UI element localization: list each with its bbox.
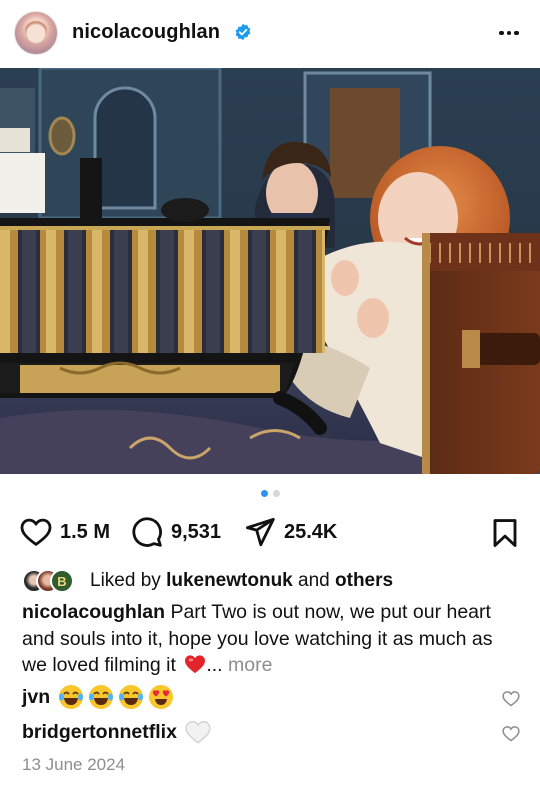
caption-more-link[interactable]: more <box>228 654 272 676</box>
liked-by-row[interactable]: B Liked by lukenewtonuk and others <box>22 567 393 595</box>
share-count: 25.4K <box>284 520 338 543</box>
post-username[interactable]: nicolacoughlan <box>72 21 220 44</box>
comment-action[interactable]: 9,531 <box>131 516 221 548</box>
comment-icon[interactable] <box>131 516 163 548</box>
action-bar: 1.5 M 9,531 25.4K <box>0 512 540 552</box>
like-action[interactable]: 1.5 M <box>20 516 110 548</box>
caption-ellipsis: ... <box>206 654 223 676</box>
comment-row: jvn <box>22 683 178 711</box>
send-icon[interactable] <box>244 516 276 548</box>
red-heart-emoji-icon <box>185 655 206 674</box>
liked-by-user[interactable]: lukenewtonuk <box>166 570 293 591</box>
carousel-indicator <box>0 490 540 497</box>
caption-username[interactable]: nicolacoughlan <box>22 601 165 623</box>
share-action[interactable]: 25.4K <box>244 516 337 548</box>
post-photo[interactable] <box>0 68 540 474</box>
tears-of-joy-emoji-icon <box>89 685 114 709</box>
comment-like-heart-icon[interactable] <box>502 690 520 707</box>
more-horizontal-icon[interactable] <box>496 20 522 46</box>
photo-illustration <box>0 68 540 474</box>
tears-of-joy-emoji-icon <box>119 685 144 709</box>
tears-of-joy-emoji-icon <box>59 685 84 709</box>
post-header: nicolacoughlan <box>0 0 540 68</box>
white-heart-emoji-icon <box>185 721 211 744</box>
carousel-dot <box>272 490 280 497</box>
heart-icon[interactable] <box>20 517 52 547</box>
liked-by-avatars: B <box>22 568 84 594</box>
bookmark-icon[interactable] <box>492 518 518 548</box>
verified-badge-icon <box>235 23 251 41</box>
comment-row: bridgertonnetflix <box>22 718 215 746</box>
comment-like-heart-icon[interactable] <box>502 725 520 742</box>
comment-count: 9,531 <box>171 520 222 543</box>
liked-by-others[interactable]: others <box>335 570 393 591</box>
like-count: 1.5 M <box>60 520 111 543</box>
carousel-dot-active <box>260 490 268 497</box>
liked-by-text: Liked by lukenewtonuk and others <box>90 570 394 591</box>
comment-username[interactable]: jvn <box>22 686 50 709</box>
post-date: 13 June 2024 <box>22 755 126 774</box>
profile-avatar[interactable] <box>14 11 58 55</box>
comment-username[interactable]: bridgertonnetflix <box>22 721 177 744</box>
heart-eyes-emoji-icon <box>149 685 174 709</box>
liker-avatar: B <box>50 569 74 593</box>
post-caption: nicolacoughlan Part Two is out now, we p… <box>22 599 518 679</box>
